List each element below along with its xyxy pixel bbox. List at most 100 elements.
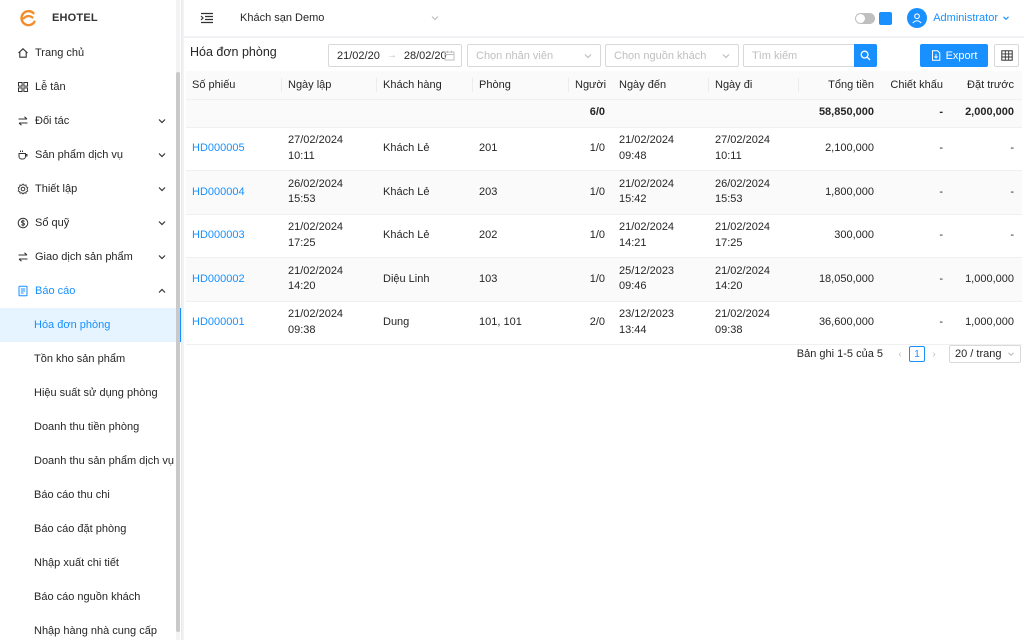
staff-select[interactable]: Chọn nhân viên	[467, 44, 601, 67]
sidebar-subitem-stock-detail[interactable]: Nhập xuất chi tiết	[0, 546, 181, 580]
deposit-cell: -	[951, 214, 1022, 258]
invoice-code-link[interactable]: HD000004	[186, 170, 282, 215]
brand[interactable]: EHOTEL	[0, 0, 181, 36]
chevron-up-icon	[158, 288, 166, 293]
sidebar-item-settings[interactable]: Thiết lập	[0, 172, 181, 206]
created-time: 10:11	[288, 149, 315, 162]
created-date: 21/02/2024	[288, 221, 344, 234]
page-size-select[interactable]: 20 / trang	[949, 345, 1021, 363]
arrival-time: 13:44	[619, 323, 647, 336]
col-header-total[interactable]: Tổng tiền	[799, 71, 882, 100]
pagination: Bản ghi 1-5 của 5 ‹ 1 › 20 / trang	[797, 345, 1021, 363]
col-header-people[interactable]: Người	[569, 71, 613, 100]
date-to[interactable]: 28/02/20	[404, 50, 447, 62]
col-header-discount[interactable]: Chiết khấu	[882, 71, 951, 100]
user-name[interactable]: Administrator	[933, 12, 998, 24]
sidebar-subitem-room-invoices[interactable]: Hóa đơn phòng	[0, 308, 181, 342]
invoice-code-link[interactable]: HD000001	[186, 301, 282, 345]
arrival-time: 09:46	[619, 280, 647, 293]
sidebar-item-label: Giao dịch sản phẩm	[35, 251, 133, 263]
arrival-cell: 23/12/2023 13:44	[613, 301, 709, 345]
pagination-summary: Bản ghi 1-5 của 5	[796, 348, 883, 360]
table-row[interactable]: HD000002 21/02/2024 14:20 Diệu Linh 103 1…	[186, 257, 1022, 302]
sidebar-item-partners[interactable]: Đối tác	[0, 104, 181, 138]
avatar[interactable]	[907, 8, 928, 28]
sidebar-subitem-customer-source[interactable]: Báo cáo nguồn khách	[0, 580, 181, 614]
arrow-right-icon: →	[386, 50, 397, 61]
summary-row: 6/0 58,850,000 - 2,000,000	[186, 99, 1022, 128]
table-row[interactable]: HD000005 27/02/2024 10:11 Khách Lẻ 201 1/…	[186, 127, 1022, 171]
color-button[interactable]	[879, 11, 893, 25]
sidebar-subitem-booking-report[interactable]: Báo cáo đặt phòng	[0, 512, 181, 546]
sidebar-subitem-room-revenue[interactable]: Doanh thu tiền phòng	[0, 410, 181, 444]
deposit-cell: -	[951, 170, 1022, 215]
export-button[interactable]: Export	[920, 44, 988, 67]
invoice-code-link[interactable]: HD000003	[186, 214, 282, 258]
theme-toggle[interactable]	[855, 12, 876, 24]
departure-cell: 21/02/2024 17:25	[709, 214, 799, 258]
search-button[interactable]	[854, 44, 877, 67]
created-date: 27/02/2024	[288, 134, 344, 147]
page-number-current[interactable]: 1	[909, 346, 925, 362]
sidebar-subitem-service-revenue[interactable]: Doanh thu sản phẩm dịch vụ	[0, 444, 181, 478]
col-header-departure[interactable]: Ngày đi	[709, 71, 799, 100]
sidebar-item-home[interactable]: Trang chủ	[0, 36, 181, 70]
invoice-code-link[interactable]: HD000005	[186, 127, 282, 171]
col-header-customer[interactable]: Khách hàng	[377, 71, 473, 100]
col-header-created[interactable]: Ngày lập	[282, 71, 377, 100]
prev-page-icon[interactable]: ‹	[893, 349, 907, 360]
sidebar-scrollbar-thumb[interactable]	[176, 72, 180, 632]
sidebar-item-products[interactable]: Sản phẩm dịch vụ	[0, 138, 181, 172]
next-page-icon[interactable]: ›	[927, 349, 941, 360]
column-settings-button[interactable]	[994, 44, 1019, 67]
sidebar-item-reception[interactable]: Lễ tân	[0, 70, 181, 104]
departure-time: 14:20	[715, 280, 743, 293]
summary-cell-empty	[186, 99, 282, 128]
created-cell: 21/02/2024 14:20	[282, 257, 377, 302]
sidebar-item-product-transactions[interactable]: Giao dịch sản phẩm	[0, 240, 181, 274]
sidebar-subitem-supplier-purchase[interactable]: Nhập hàng nhà cung cấp	[0, 614, 181, 640]
discount-cell: -	[882, 301, 951, 345]
created-date: 21/02/2024	[288, 308, 344, 321]
customer-cell: Dung	[377, 301, 473, 345]
menu-fold-icon[interactable]	[200, 11, 214, 25]
date-range-picker[interactable]: 21/02/20 → 28/02/20	[328, 44, 462, 67]
sidebar-item-label: Báo cáo	[35, 285, 76, 297]
table-icon	[1000, 50, 1013, 61]
invoice-code-link[interactable]: HD000002	[186, 257, 282, 302]
gear-icon	[17, 183, 29, 195]
arrival-date: 21/02/2024	[619, 134, 675, 147]
sidebar-item-reports[interactable]: Báo cáo	[0, 274, 181, 308]
col-header-room[interactable]: Phòng	[473, 71, 569, 100]
departure-cell: 27/02/2024 10:11	[709, 127, 799, 171]
created-cell: 26/02/2024 15:53	[282, 170, 377, 215]
col-header-arrival[interactable]: Ngày đến	[613, 71, 709, 100]
table-row[interactable]: HD000003 21/02/2024 17:25 Khách Lẻ 202 1/…	[186, 214, 1022, 258]
summary-cell-empty	[282, 99, 377, 128]
hotel-select[interactable]: Khách sạn Demo	[240, 12, 440, 24]
created-time: 14:20	[288, 280, 316, 293]
discount-cell: -	[882, 257, 951, 302]
sidebar-subitem-income-expense[interactable]: Báo cáo thu chi	[0, 478, 181, 512]
search-input[interactable]: Tìm kiếm	[743, 44, 855, 67]
table-row[interactable]: HD000001 21/02/2024 09:38 Dung 101, 101 2…	[186, 301, 1022, 345]
summary-people: 6/0	[569, 99, 613, 128]
customer-source-select[interactable]: Chọn nguồn khách	[605, 44, 739, 67]
arrival-cell: 21/02/2024 09:48	[613, 127, 709, 171]
col-header-deposit[interactable]: Đặt trước	[951, 71, 1022, 100]
page-size-value: 20 / trang	[955, 348, 1002, 360]
arrival-time: 14:21	[619, 236, 647, 249]
sidebar-subitem-room-usage[interactable]: Hiệu suất sử dụng phòng	[0, 376, 181, 410]
discount-cell: -	[882, 170, 951, 215]
summary-cell-empty	[377, 99, 473, 128]
sidebar-scrollbar[interactable]	[176, 0, 180, 640]
sidebar-subitem-product-inventory[interactable]: Tồn kho sản phẩm	[0, 342, 181, 376]
table-row[interactable]: HD000004 26/02/2024 15:53 Khách Lẻ 203 1/…	[186, 170, 1022, 215]
swap-icon	[17, 115, 29, 127]
date-from[interactable]: 21/02/20	[337, 50, 380, 62]
sidebar-item-cashbook[interactable]: Sổ quỹ	[0, 206, 181, 240]
chevron-down-icon	[431, 16, 439, 21]
room-cell: 201	[473, 127, 569, 171]
created-cell: 21/02/2024 17:25	[282, 214, 377, 258]
col-header-code[interactable]: Số phiếu	[186, 71, 282, 100]
